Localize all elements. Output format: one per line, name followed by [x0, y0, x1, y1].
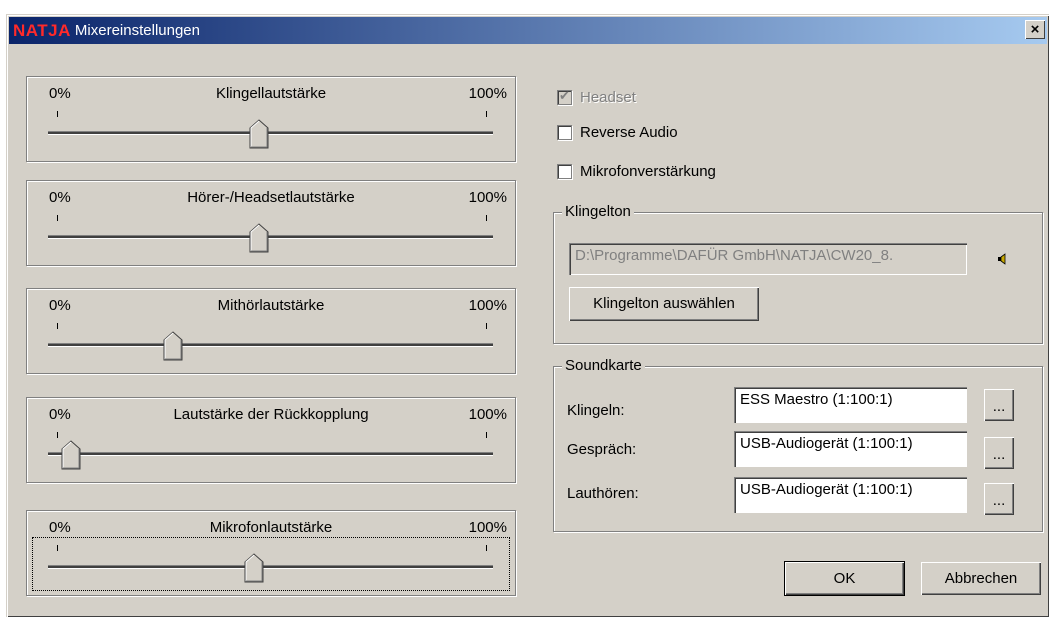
- klingeln-device-field[interactable]: ESS Maestro (1:100:1): [734, 387, 967, 423]
- rueckkopplung-slider-group: 0% Lautstärke der Rückkopplung 100%: [26, 397, 516, 483]
- min-tick: [57, 432, 58, 438]
- slider-title: Hörer-/Headsetlautstärke: [187, 189, 355, 206]
- mikrofonverstaerkung-checkbox[interactable]: [557, 164, 572, 179]
- klingeln-browse-button[interactable]: ...: [984, 389, 1014, 421]
- slider-max-label: 100%: [468, 406, 507, 423]
- slider-track[interactable]: [48, 452, 493, 456]
- slider-title: Mithörlautstärke: [217, 297, 325, 314]
- play-ringtone-button[interactable]: [981, 242, 1025, 276]
- mithoer-slider-thumb[interactable]: [163, 331, 183, 361]
- klingeln-label: Klingeln:: [567, 402, 625, 419]
- min-tick: [57, 215, 58, 221]
- max-tick: [486, 111, 487, 117]
- app-brand: NATJA: [13, 20, 71, 40]
- gespraech-browse-button[interactable]: ...: [984, 437, 1014, 469]
- hoerer-slider-thumb[interactable]: [249, 223, 269, 253]
- hoerer-slider-group: 0% Hörer-/Headsetlautstärke 100%: [26, 180, 516, 266]
- lauthoeren-browse-button[interactable]: ...: [984, 483, 1014, 515]
- slider-max-label: 100%: [468, 85, 507, 102]
- mikrofon-slider-thumb[interactable]: [244, 553, 264, 583]
- min-tick: [57, 111, 58, 117]
- headset-checkbox-row: ✔ Headset: [557, 88, 636, 106]
- lauthoeren-label: Lauthören:: [567, 485, 639, 502]
- check-icon: ✔: [559, 88, 570, 103]
- slider-title: Lautstärke der Rückkopplung: [173, 406, 369, 423]
- headset-checkbox: ✔: [557, 88, 572, 105]
- close-button[interactable]: ×: [1025, 20, 1045, 39]
- slider-title: Mikrofonlautstärke: [209, 519, 333, 536]
- slider-track[interactable]: [48, 343, 493, 347]
- ok-button[interactable]: OK: [784, 561, 905, 596]
- slider-track[interactable]: [48, 235, 493, 239]
- reverse-audio-checkbox-row[interactable]: Reverse Audio: [557, 124, 678, 141]
- max-tick: [486, 323, 487, 329]
- title-bar[interactable]: NATJA Mixereinstellungen ×: [9, 17, 1047, 44]
- gespraech-device-field[interactable]: USB-Audiogerät (1:100:1): [734, 431, 967, 467]
- lauthoeren-device-field[interactable]: USB-Audiogerät (1:100:1): [734, 477, 967, 513]
- focus-rect: [32, 537, 510, 591]
- max-tick: [486, 215, 487, 221]
- mikrofonverstaerkung-label[interactable]: Mikrofonverstärkung: [580, 163, 716, 180]
- slider-max-label: 100%: [468, 189, 507, 206]
- headset-label: Headset: [580, 89, 636, 106]
- speaker-icon: [998, 253, 1006, 265]
- klingelton-legend: Klingelton: [562, 203, 634, 220]
- klingel-slider-group: 0% Klingellautstärke 100%: [26, 76, 516, 162]
- rueckkopplung-slider-thumb[interactable]: [61, 440, 81, 470]
- soundkarte-legend: Soundkarte: [562, 357, 645, 374]
- gespraech-label: Gespräch:: [567, 441, 637, 458]
- reverse-audio-checkbox[interactable]: [557, 125, 572, 140]
- klingelton-path-field: D:\Programme\DAFÜR GmbH\NATJA\CW20_8.: [569, 243, 967, 275]
- max-tick: [486, 432, 487, 438]
- slider-max-label: 100%: [468, 297, 507, 314]
- window-title: Mixereinstellungen: [74, 22, 200, 39]
- klingelton-group: Klingelton D:\Programme\DAFÜR GmbH\NATJA…: [553, 203, 1043, 344]
- soundkarte-group: Soundkarte Klingeln: ESS Maestro (1:100:…: [553, 357, 1043, 532]
- reverse-audio-label[interactable]: Reverse Audio: [580, 124, 678, 141]
- klingel-slider-thumb[interactable]: [249, 119, 269, 149]
- slider-track[interactable]: [48, 131, 493, 135]
- cancel-button[interactable]: Abbrechen: [921, 562, 1041, 595]
- min-tick: [57, 323, 58, 329]
- slider-title: Klingellautstärke: [215, 85, 327, 102]
- mikrofonverstaerkung-checkbox-row[interactable]: Mikrofonverstärkung: [557, 163, 716, 180]
- mikrofon-slider-group: 0% Mikrofonlautstärke 100%: [26, 510, 516, 596]
- select-ringtone-button[interactable]: Klingelton auswählen: [569, 287, 759, 321]
- mithoer-slider-group: 0% Mithörlautstärke 100%: [26, 288, 516, 374]
- slider-max-label: 100%: [468, 519, 507, 536]
